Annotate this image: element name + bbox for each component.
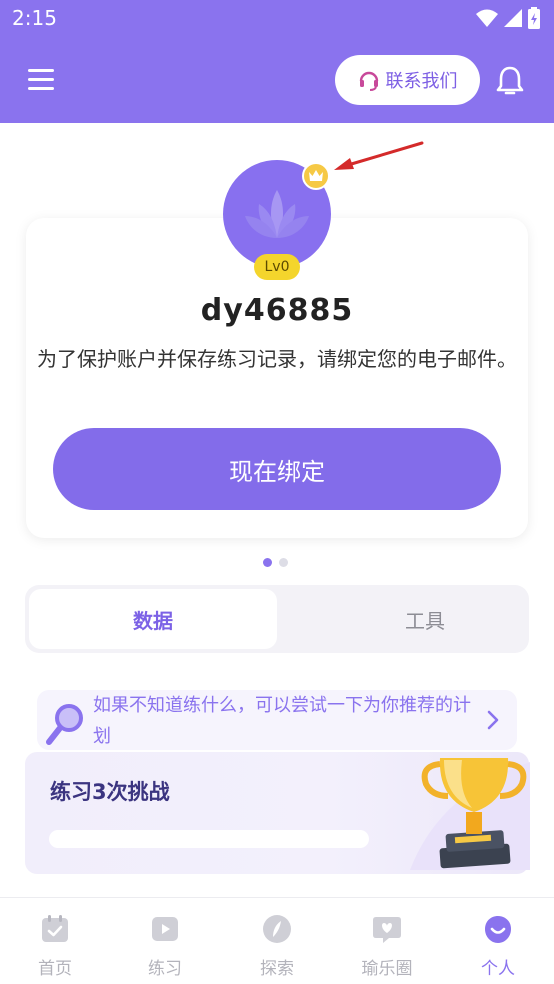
vip-crown-badge: [302, 162, 330, 190]
bell-icon: [496, 66, 524, 95]
heart-chat-icon: [373, 917, 401, 943]
username: dy46885: [200, 293, 354, 328]
carousel-indicator: [263, 558, 288, 567]
challenge-card[interactable]: 练习3次挑战: [25, 752, 530, 874]
status-time: 2:15: [12, 6, 57, 30]
menu-button[interactable]: [28, 67, 56, 91]
tab-data[interactable]: 数据: [29, 589, 277, 649]
bottom-nav: 首页 练习 探索 瑜乐圈 个人: [0, 897, 554, 984]
nav-home-label: 首页: [38, 959, 72, 979]
nav-home[interactable]: 首页: [10, 914, 100, 979]
challenge-title: 练习3次挑战: [50, 780, 170, 804]
nav-explore-label: 探索: [260, 959, 294, 979]
carousel-dot-active[interactable]: [263, 558, 272, 567]
headset-icon: [359, 71, 378, 91]
suggestion-text: 如果不知道练什么，可以尝试一下为你推荐的计划: [93, 695, 471, 747]
profile-smile-icon: [485, 916, 511, 943]
contact-us-label: 联系我们: [385, 71, 458, 92]
compass-icon: [263, 915, 291, 943]
calendar-icon: [42, 915, 68, 942]
nav-profile[interactable]: 个人: [453, 914, 543, 979]
top-bar: 联系我们: [0, 38, 554, 123]
status-icons: [476, 7, 540, 29]
battery-icon: [528, 7, 540, 29]
nav-explore[interactable]: 探索: [232, 914, 322, 979]
crown-icon: [309, 170, 323, 181]
plan-suggestion[interactable]: 如果不知道练什么，可以尝试一下为你推荐的计划: [37, 690, 517, 750]
annotation-arrow: [334, 141, 424, 170]
nav-community[interactable]: 瑜乐圈: [342, 914, 432, 979]
nav-practice-label: 练习: [148, 959, 182, 979]
carousel-dot[interactable]: [279, 558, 288, 567]
play-icon: [152, 917, 178, 941]
signal-icon: [504, 9, 522, 27]
challenge-progress-bar: [49, 830, 369, 848]
chevron-right-icon: [487, 710, 499, 730]
notification-button[interactable]: [496, 65, 526, 97]
bind-now-button[interactable]: 现在绑定: [53, 428, 501, 510]
status-bar: 2:15: [0, 0, 554, 38]
level-badge: Lv0: [254, 254, 300, 280]
magnifier-icon: [46, 704, 83, 745]
segment-tabs: 数据 工具: [25, 585, 529, 653]
bind-email-notice: 为了保护账户并保存练习记录，请绑定您的电子邮件。: [37, 347, 517, 371]
nav-practice[interactable]: 练习: [120, 914, 210, 979]
contact-us-button[interactable]: 联系我们: [335, 55, 480, 105]
wifi-icon: [476, 9, 498, 27]
trophy-icon: [410, 758, 530, 870]
tab-tools[interactable]: 工具: [301, 589, 549, 649]
nav-profile-label: 个人: [481, 959, 515, 979]
menu-icon: [28, 69, 54, 72]
nav-community-label: 瑜乐圈: [361, 959, 413, 979]
